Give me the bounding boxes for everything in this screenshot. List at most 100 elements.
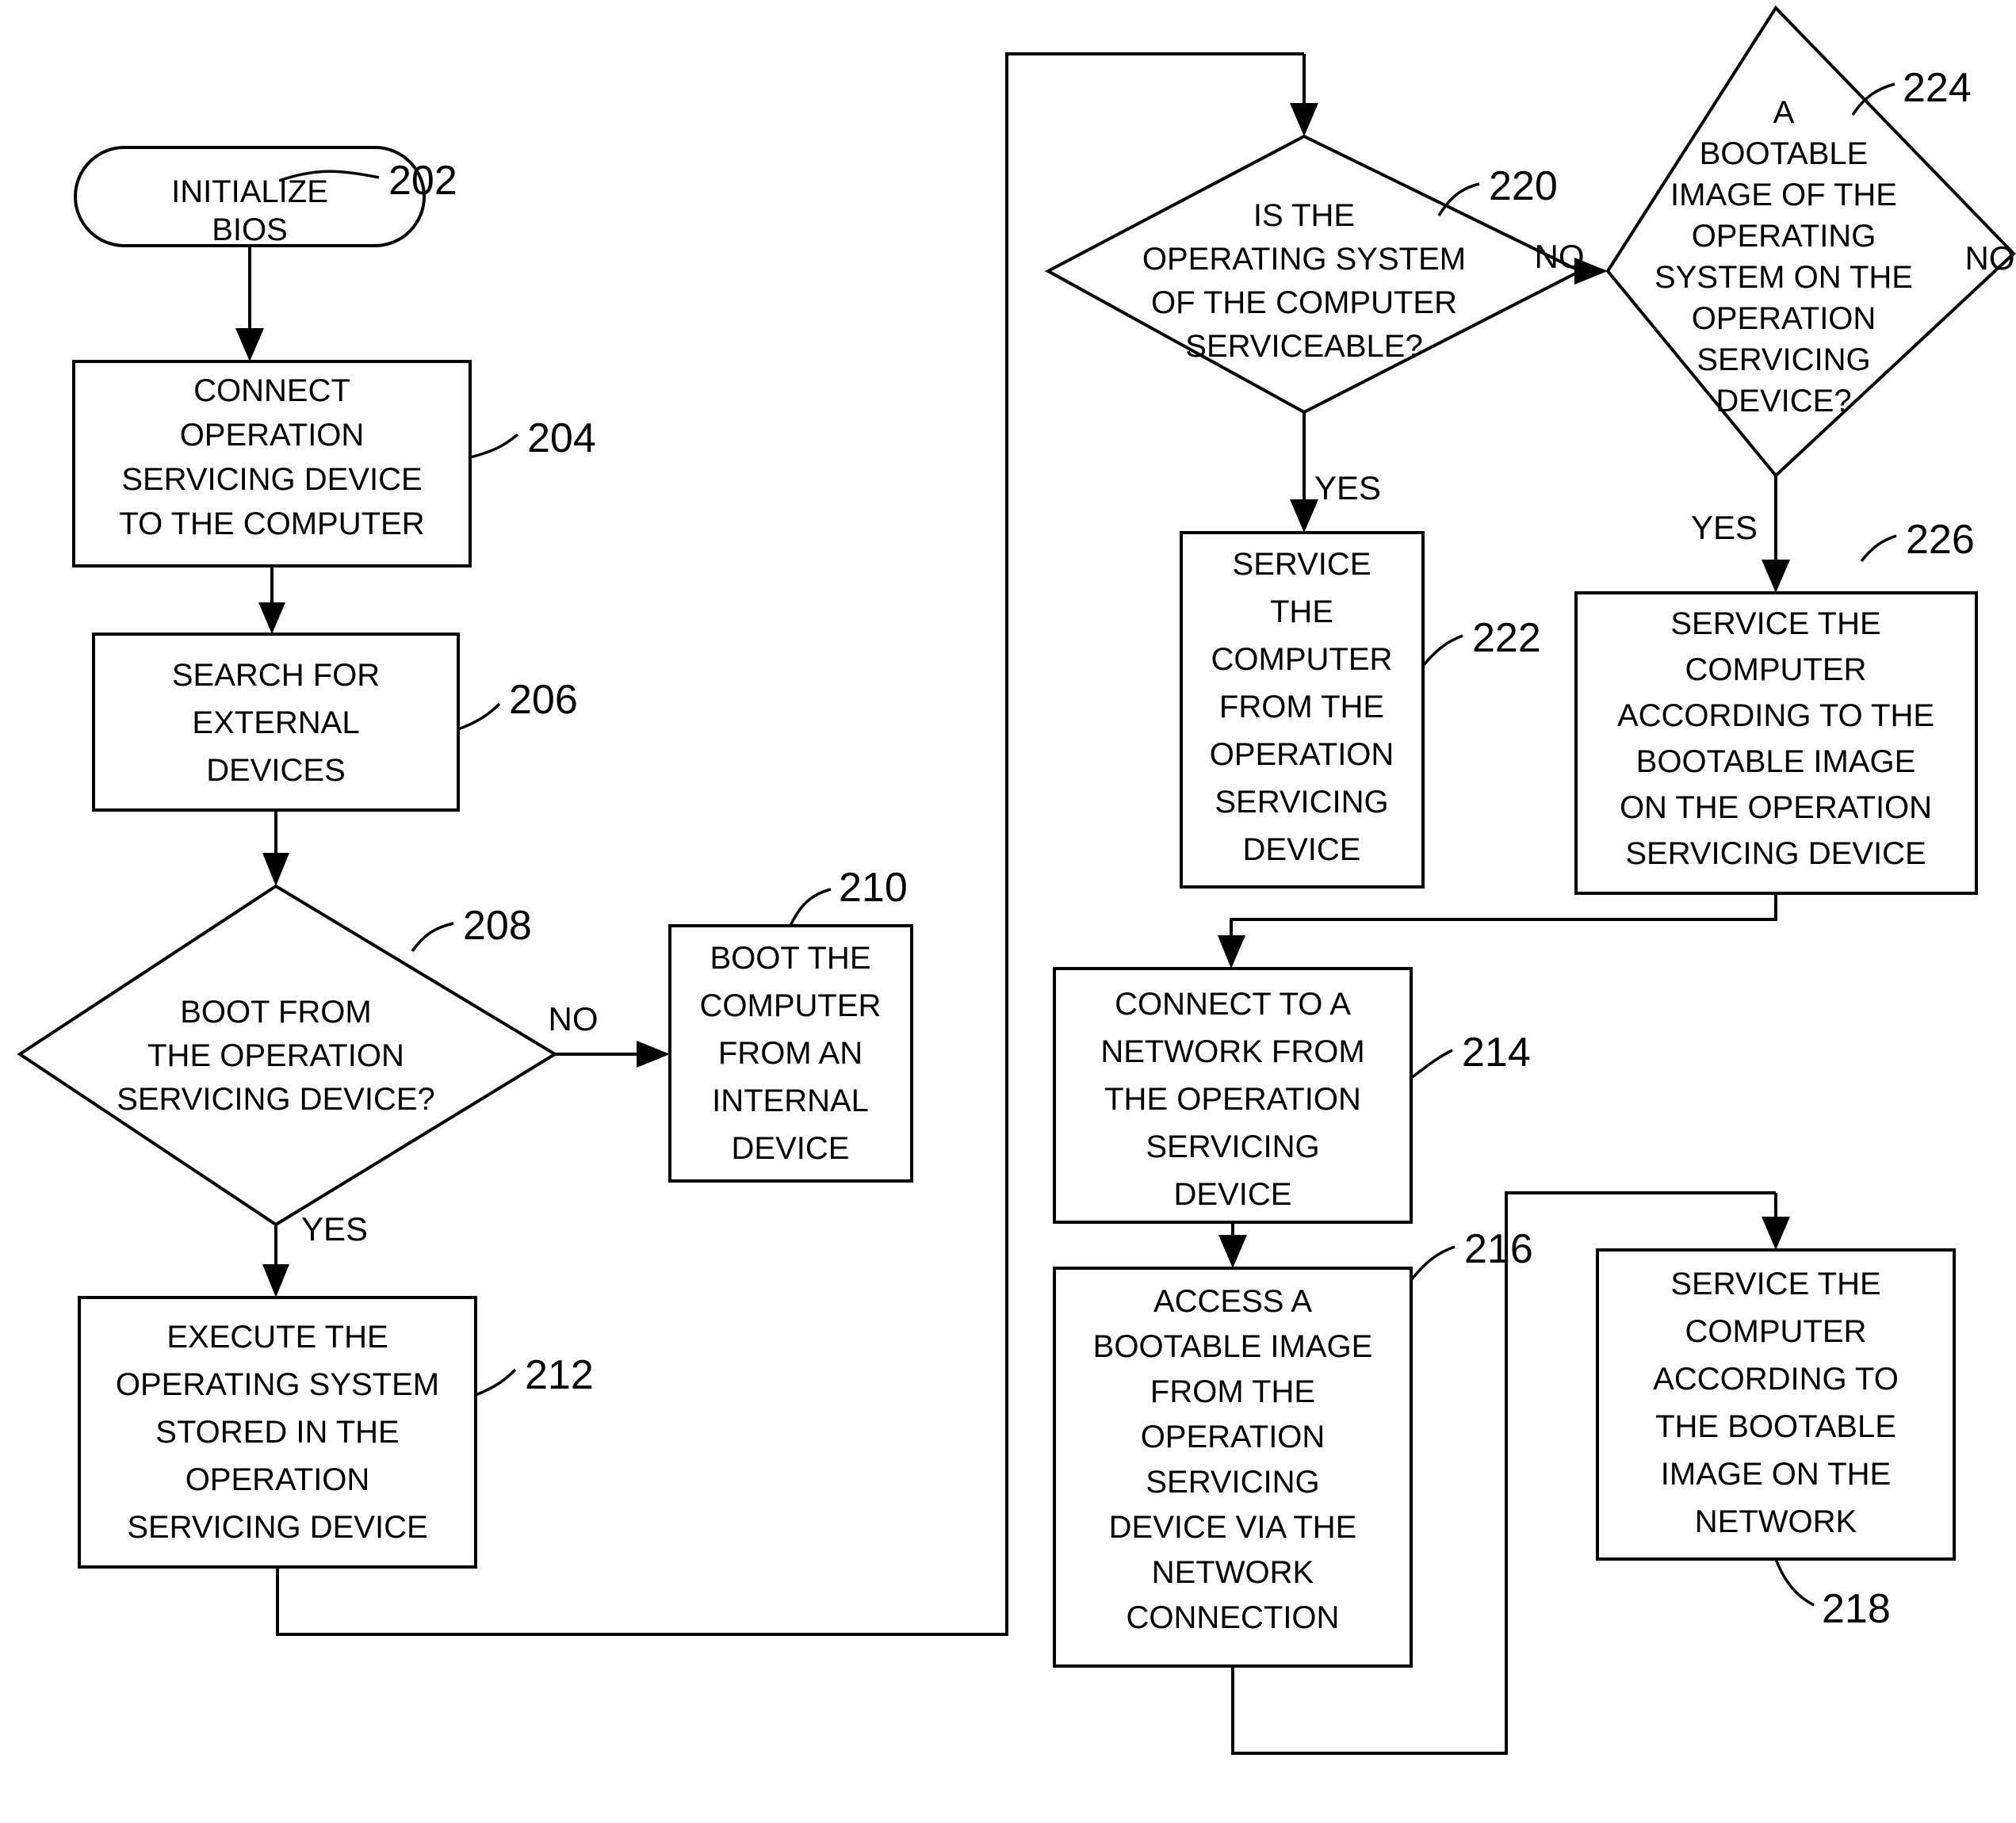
node-224-line-4: SYSTEM ON THE — [1654, 260, 1913, 295]
node-206: SEARCH FOR EXTERNAL DEVICES 206 — [92, 633, 578, 812]
ref-210: 210 — [839, 865, 908, 911]
node-216-line-1: BOOTABLE IMAGE — [1093, 1329, 1373, 1364]
edge-204-206-arrow — [258, 602, 285, 634]
edge-202-204-arrow — [235, 328, 264, 361]
edge-224-226-arrow — [1762, 560, 1790, 593]
node-218-line-4: IMAGE ON THE — [1661, 1457, 1891, 1492]
edge-204-to-206 — [258, 566, 285, 634]
node-224-line-2: IMAGE OF THE — [1670, 178, 1897, 212]
leader-204 — [469, 433, 519, 459]
node-214-line-2: THE OPERATION — [1104, 1082, 1361, 1117]
node-226-line-1: COMPUTER — [1685, 652, 1867, 687]
leader-210 — [789, 888, 832, 927]
edge-206-208-arrow — [262, 853, 289, 886]
ref-216: 216 — [1464, 1226, 1533, 1272]
leader-206 — [457, 702, 501, 731]
branch-label-208-yes: YES — [301, 1210, 368, 1248]
node-222-line-3: FROM THE — [1219, 690, 1384, 724]
node-208-line-1: THE OPERATION — [147, 1038, 404, 1073]
node-224: A BOOTABLE IMAGE OF THE OPERATING SYSTEM… — [1605, 5, 2016, 478]
node-206-line-2: DEVICES — [206, 753, 346, 788]
branch-label-224-yes: YES — [1691, 509, 1758, 546]
node-226-line-0: SERVICE THE — [1670, 606, 1880, 641]
node-210-line-4: DEVICE — [732, 1131, 850, 1166]
leader-208 — [411, 922, 454, 953]
node-210: BOOT THE COMPUTER FROM AN INTERNAL DEVIC… — [668, 865, 913, 1183]
edge-214-to-216 — [1218, 1222, 1247, 1268]
node-210-line-0: BOOT THE — [710, 941, 870, 976]
node-222-line-4: OPERATION — [1210, 737, 1394, 772]
node-216-line-0: ACCESS A — [1153, 1284, 1312, 1319]
ref-204: 204 — [527, 415, 596, 461]
leader-216 — [1410, 1245, 1456, 1282]
node-214-line-1: NETWORK FROM — [1100, 1034, 1364, 1069]
node-214: CONNECT TO A NETWORK FROM THE OPERATION … — [1053, 967, 1531, 1224]
edge-226-214-line — [1230, 893, 1777, 943]
node-212-line-1: OPERATING SYSTEM — [116, 1367, 439, 1402]
node-210-line-3: INTERNAL — [712, 1083, 869, 1118]
node-226-line-3: BOOTABLE IMAGE — [1636, 744, 1916, 779]
node-202-line-1: BIOS — [212, 212, 288, 247]
node-212-line-4: SERVICING DEVICE — [127, 1510, 427, 1545]
leader-226 — [1860, 534, 1897, 563]
node-212-line-2: STORED IN THE — [155, 1415, 399, 1450]
leader-222 — [1421, 634, 1463, 667]
branch-label-208-no: NO — [549, 1000, 599, 1038]
node-204: CONNECT OPERATION SERVICING DEVICE TO TH… — [72, 360, 596, 568]
leader-214 — [1410, 1049, 1453, 1080]
node-226-line-4: ON THE OPERATION — [1620, 790, 1932, 825]
node-226-line-2: ACCORDING TO THE — [1617, 698, 1934, 733]
node-216-line-7: CONNECTION — [1127, 1600, 1340, 1635]
leader-218 — [1774, 1558, 1815, 1607]
node-224-line-6: SERVICING — [1697, 342, 1870, 377]
branch-label-220-no: NO — [1535, 238, 1585, 275]
node-214-line-3: SERVICING — [1146, 1129, 1319, 1164]
node-216-line-3: OPERATION — [1141, 1420, 1326, 1454]
node-216-line-4: SERVICING — [1146, 1465, 1319, 1500]
node-204-line-3: TO THE COMPUTER — [119, 506, 424, 541]
node-218: SERVICE THE COMPUTER ACCORDING TO THE BO… — [1596, 1248, 1956, 1632]
edge-220-yes-to-222: YES — [1290, 412, 1381, 533]
node-222-line-0: SERVICE — [1233, 547, 1371, 582]
node-220-line-3: SERVICEABLE? — [1185, 329, 1422, 364]
node-204-line-2: SERVICING DEVICE — [121, 462, 422, 497]
node-210-line-2: FROM AN — [718, 1036, 863, 1071]
edge-224-no: NO — [1965, 239, 2015, 277]
ref-222: 222 — [1472, 615, 1541, 661]
node-220-line-1: OPERATING SYSTEM — [1142, 242, 1466, 277]
node-210-line-1: COMPUTER — [700, 988, 882, 1023]
node-204-line-1: OPERATION — [180, 418, 365, 453]
ref-220: 220 — [1489, 163, 1558, 209]
node-224-line-3: OPERATING — [1692, 219, 1876, 254]
node-224-line-0: A — [1773, 95, 1795, 130]
node-212-line-3: OPERATION — [186, 1462, 370, 1497]
node-218-line-1: COMPUTER — [1685, 1314, 1867, 1349]
leader-212 — [475, 1368, 517, 1397]
ref-206: 206 — [509, 677, 578, 723]
node-214-line-0: CONNECT TO A — [1115, 987, 1351, 1022]
ref-218: 218 — [1822, 1586, 1891, 1632]
edge-226-214-arrow — [1218, 935, 1245, 969]
edge-208-212-arrow — [262, 1264, 289, 1298]
node-226-line-5: SERVICING DEVICE — [1625, 836, 1926, 871]
node-208-line-0: BOOT FROM — [180, 995, 371, 1030]
node-224-line-5: OPERATION — [1692, 301, 1876, 336]
node-202-line-0: INITIALIZE — [171, 174, 328, 209]
branch-label-224-no: NO — [1965, 239, 2015, 277]
ref-226: 226 — [1906, 517, 1975, 563]
edge-214-216-arrow — [1218, 1235, 1247, 1268]
node-224-line-1: BOOTABLE — [1700, 136, 1869, 171]
node-216-line-6: NETWORK — [1152, 1555, 1314, 1590]
node-222-line-1: THE — [1270, 594, 1333, 629]
node-212: EXECUTE THE OPERATING SYSTEM STORED IN T… — [78, 1296, 594, 1569]
patent-figure: INITIALIZE BIOS 202 CONNECT OPERATION SE… — [0, 0, 2016, 1823]
node-222-line-2: COMPUTER — [1211, 642, 1393, 677]
node-218-line-5: NETWORK — [1695, 1504, 1857, 1539]
node-216-line-2: FROM THE — [1150, 1374, 1315, 1409]
node-218-line-2: ACCORDING TO — [1653, 1362, 1899, 1397]
node-222-line-6: DEVICE — [1243, 832, 1361, 867]
edge-202-to-204 — [235, 246, 264, 361]
node-224-line-7: DEVICE? — [1716, 384, 1851, 418]
ref-202: 202 — [388, 158, 457, 204]
node-216-line-5: DEVICE VIA THE — [1109, 1510, 1357, 1545]
